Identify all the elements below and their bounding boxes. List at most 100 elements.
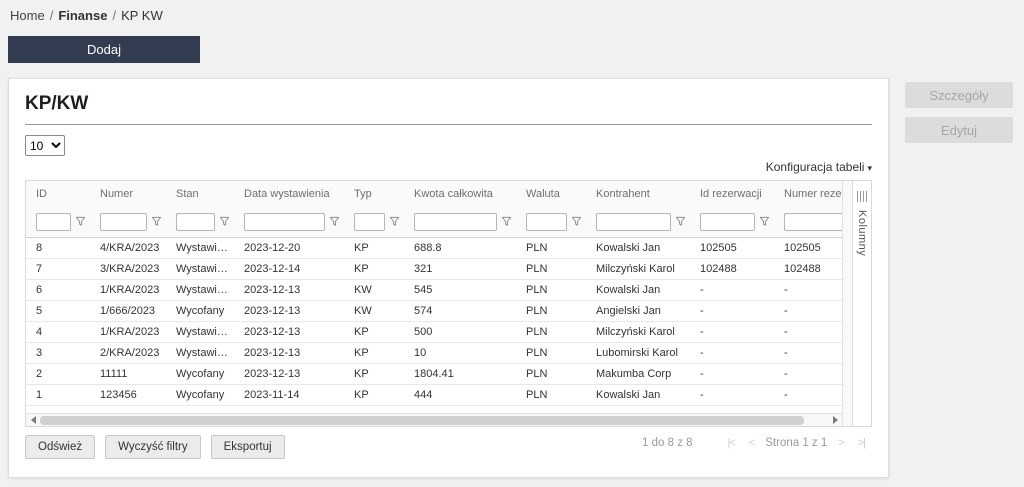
column-header[interactable]: Stan (166, 181, 234, 207)
breadcrumb-separator: / (112, 8, 117, 23)
column-header[interactable]: ID (26, 181, 90, 207)
column-header[interactable]: Waluta (516, 181, 586, 207)
table-cell: Wycofany (166, 300, 234, 322)
filter-input[interactable] (414, 212, 497, 231)
table-cell: 1/666/2023 (90, 300, 166, 322)
export-button[interactable]: Eksportuj (210, 435, 285, 459)
table-row[interactable]: 8 4/KRA/2023 Wystawiony 2023-12-20 KP 688.8 PL… (26, 237, 842, 259)
row-range-label: 1 do 8 z 8 (642, 437, 693, 449)
filter-funnel-icon[interactable] (501, 216, 512, 227)
header-row: ID Numer Stan Data wystawienia Typ Kwota całk… (26, 181, 842, 207)
filter-input[interactable] (596, 212, 671, 231)
table-config-link[interactable]: Konfiguracja tabeli ▾ (766, 160, 872, 174)
column-header[interactable]: Numer rezerwacji (774, 181, 842, 207)
table-cell: 2/KRA/2023 (90, 342, 166, 364)
scroll-right-button[interactable] (828, 416, 842, 424)
table-cell: PLN (516, 363, 586, 385)
filter-input[interactable] (354, 212, 385, 231)
first-page-button[interactable]: |< (728, 437, 736, 449)
filter-funnel-icon[interactable] (759, 216, 770, 227)
scrollbar-thumb[interactable] (40, 415, 805, 425)
next-page-button[interactable]: > (838, 437, 845, 449)
table-cell: Wystawiony (166, 258, 234, 280)
vertical-scrollbar[interactable] (842, 181, 852, 426)
filter-funnel-icon[interactable] (219, 216, 230, 227)
table-config-label: Konfiguracja tabeli (765, 160, 865, 174)
details-button[interactable]: Szczegóły (905, 82, 1013, 108)
column-header[interactable]: Typ (344, 181, 404, 207)
columns-icon (856, 191, 868, 202)
table-cell: KP (344, 258, 404, 280)
table-row[interactable]: 6 1/KRA/2023 Wystawiony 2023-12-13 KW 545 PLN K… (26, 279, 842, 301)
column-filter-cell (90, 207, 166, 238)
table-cell: KP (344, 321, 404, 343)
column-header[interactable]: Kwota całkowita (404, 181, 516, 207)
table-row[interactable]: 5 1/666/2023 Wycofany 2023-12-13 KW 574 PLN Ang… (26, 300, 842, 322)
filter-input[interactable] (36, 212, 71, 231)
column-header[interactable]: Kontrahent (586, 181, 690, 207)
grid-viewport: ID Numer Stan Data wystawienia Typ Kwota całk… (26, 181, 842, 426)
refresh-button[interactable]: Odśwież (25, 435, 96, 459)
table-row[interactable]: 4 1/KRA/2023 Wystawiony 2023-12-13 KP 500 PLN M… (26, 321, 842, 343)
filter-input[interactable] (176, 212, 215, 231)
kpkw-panel: KP/KW 10 Konfiguracja tabeli ▾ ID Numer Sta… (8, 78, 889, 478)
last-page-button[interactable]: >| (858, 437, 866, 449)
column-header[interactable]: Data wystawienia (234, 181, 344, 207)
filter-funnel-icon[interactable] (75, 216, 86, 227)
table-cell: KP (344, 237, 404, 259)
column-filter-cell (586, 207, 690, 238)
table-cell: Wycofany (166, 363, 234, 385)
table-row[interactable]: 1 123456 Wycofany 2023-11-14 KP 444 PLN Kowalsk… (26, 384, 842, 406)
table-cell: 102488 (690, 258, 774, 280)
filter-input[interactable] (100, 212, 147, 231)
page-size-select[interactable]: 10 (25, 135, 65, 156)
column-filter-cell (166, 207, 234, 238)
filter-input[interactable] (784, 212, 842, 231)
breadcrumb-home[interactable]: Home (10, 8, 45, 23)
filter-input[interactable] (700, 212, 755, 231)
right-arrow-icon (832, 416, 838, 424)
breadcrumb-finanse[interactable]: Finanse (58, 8, 107, 23)
scrollbar-track[interactable] (40, 414, 828, 426)
table-row[interactable]: 2 11111 Wycofany 2023-12-13 KP 1804.41 PLN Maku… (26, 363, 842, 385)
table-row[interactable]: 7 3/KRA/2023 Wystawiony 2023-12-14 KP 321 PLN M… (26, 258, 842, 280)
clear-filters-button[interactable]: Wyczyść filtry (105, 435, 201, 459)
table-cell: KP (344, 384, 404, 406)
table-cell: 1/KRA/2023 (90, 321, 166, 343)
table-cell: KW (344, 279, 404, 301)
filter-input[interactable] (526, 212, 567, 231)
filter-funnel-icon[interactable] (151, 216, 162, 227)
table-cell: Kowalski Jan (586, 279, 690, 301)
table-cell: 1804.41 (404, 363, 516, 385)
filter-funnel-icon[interactable] (675, 216, 686, 227)
scroll-left-button[interactable] (26, 416, 40, 424)
breadcrumb-current: KP KW (121, 8, 163, 23)
columns-panel-tab[interactable]: Kolumny (852, 181, 871, 426)
table-cell: - (690, 321, 774, 343)
table-scroll-area[interactable]: ID Numer Stan Data wystawienia Typ Kwota całk… (26, 181, 842, 413)
table-cell: - (690, 342, 774, 364)
table-cell: PLN (516, 237, 586, 259)
table-cell: - (690, 363, 774, 385)
table-cell: - (774, 300, 842, 322)
column-header[interactable]: Numer (90, 181, 166, 207)
table-cell: 574 (404, 300, 516, 322)
add-button[interactable]: Dodaj (8, 36, 200, 63)
table-cell: - (690, 384, 774, 406)
table-cell: KW (344, 300, 404, 322)
table-row[interactable]: 3 2/KRA/2023 Wystawiony 2023-12-13 KP 10 PLN Lu… (26, 342, 842, 364)
horizontal-scrollbar[interactable] (26, 413, 842, 426)
table-cell: 321 (404, 258, 516, 280)
column-filter-cell (516, 207, 586, 238)
column-filter-cell (690, 207, 774, 238)
filter-funnel-icon[interactable] (389, 216, 400, 227)
column-header[interactable]: Id rezerwacji (690, 181, 774, 207)
table-cell: 4 (26, 321, 90, 343)
filter-input[interactable] (244, 212, 325, 231)
filter-funnel-icon[interactable] (329, 216, 340, 227)
edit-button[interactable]: Edytuj (905, 117, 1013, 143)
table-cell: PLN (516, 258, 586, 280)
grid-footer: Odśwież Wyczyść filtry Eksportuj 1 do 8 … (25, 435, 872, 459)
prev-page-button[interactable]: < (749, 437, 756, 449)
filter-funnel-icon[interactable] (571, 216, 582, 227)
